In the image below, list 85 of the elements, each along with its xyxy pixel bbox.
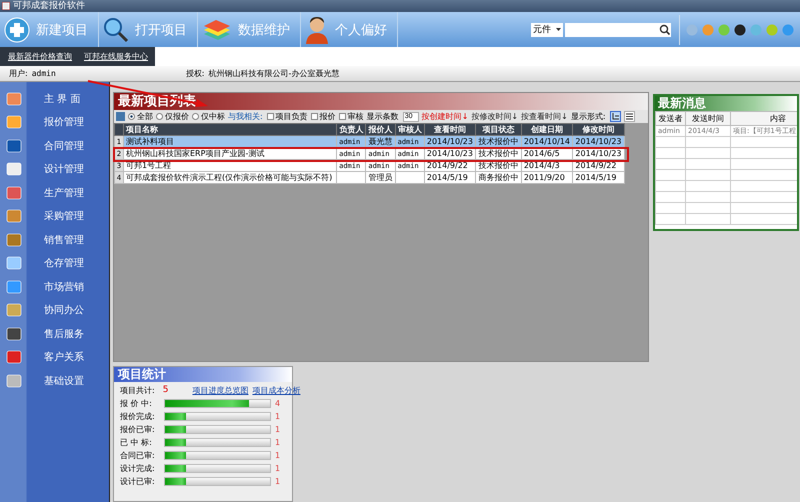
column-header[interactable]: 发送时间 — [686, 112, 730, 126]
column-header[interactable]: 项目状态 — [476, 124, 522, 136]
table-cell: 2011/9/20 — [521, 172, 573, 184]
sidebar-item[interactable]: 基础设置 — [0, 369, 109, 392]
stats-link[interactable]: 项目进度总览图 — [192, 384, 248, 396]
scope-radio[interactable]: 仅中标 — [192, 111, 225, 122]
table-cell: 2014/5/19 — [424, 172, 476, 184]
column-header[interactable]: 创建日期 — [521, 124, 573, 136]
table-cell: 可邦成套报价软件演示工程(仅作演示价格可能与实际不符) — [124, 172, 337, 184]
books-icon — [202, 18, 232, 42]
top-link[interactable]: 最新器件价格查询 — [8, 51, 72, 62]
stat-count: 1 — [275, 464, 280, 472]
list-view-button[interactable] — [624, 111, 635, 122]
sidebar-item[interactable]: 采购管理 — [0, 204, 109, 228]
panel-title: 最新消息 — [655, 96, 797, 111]
table-cell: 技术报价中 — [476, 136, 522, 148]
stat-count: 1 — [275, 476, 280, 486]
caret-icon — [556, 28, 561, 31]
view-label: 显示形式: — [570, 111, 606, 122]
related-label: 与我相关: — [228, 111, 263, 122]
table-cell: 2014/10/23 — [572, 136, 624, 148]
stat-count: 4 — [275, 398, 280, 408]
top-link[interactable]: 可邦在线服务中心 — [84, 51, 148, 62]
sidebar-item[interactable]: 生产管理 — [0, 181, 109, 204]
related-checkbox[interactable]: 审核 — [338, 111, 364, 122]
scope-radio[interactable]: 仅报价 — [156, 111, 189, 122]
count-label: 显示条数 — [366, 111, 399, 122]
table-cell: 测试补料项目 — [124, 136, 337, 148]
user-label: 用户: — [9, 68, 28, 79]
sidebar-item[interactable]: 客户关系 — [0, 346, 109, 369]
column-header[interactable]: 内容 — [730, 112, 797, 126]
table-cell: 2014/5/19 — [572, 172, 624, 184]
stat-count: 1 — [275, 412, 280, 420]
stats-link[interactable]: 项目成本分析 — [252, 384, 300, 396]
unit-select[interactable]: 元件 — [531, 22, 563, 36]
tree-view-button[interactable] — [610, 111, 621, 122]
stat-label: 已 中 标: — [120, 436, 153, 448]
table-cell: 商务报价中 — [476, 172, 522, 184]
total-label: 项目共计: — [120, 384, 155, 396]
stat-count: 1 — [275, 438, 280, 446]
panel-title: 项目统计 — [114, 367, 292, 382]
window-title: 可邦成套报价软件 — [13, 0, 85, 12]
sort-link[interactable]: 按查看时间↓ — [521, 111, 568, 122]
related-checkbox[interactable]: 项目负责 — [266, 111, 308, 122]
column-header[interactable]: 发送者 — [656, 112, 686, 126]
magnifier-icon — [103, 16, 129, 42]
column-header[interactable]: 负责人 — [336, 124, 366, 136]
total-count: 5 — [162, 385, 168, 395]
column-header[interactable]: 项目名称 — [124, 124, 337, 136]
search-icon[interactable] — [659, 24, 671, 36]
sidebar-item[interactable]: 协同办公 — [0, 298, 109, 322]
column-header[interactable]: 报价人 — [366, 124, 396, 136]
column-header[interactable]: 查看时间 — [424, 124, 476, 136]
stat-label: 合同已审: — [120, 450, 156, 460]
stat-label: 设计已审: — [120, 476, 156, 486]
stat-label: 报价完成: — [120, 410, 156, 422]
sidebar-item[interactable]: 市场营销 — [0, 275, 109, 298]
user-name: admin — [32, 69, 56, 78]
app-icon — [2, 2, 10, 10]
license-label: 授权: — [186, 68, 204, 79]
sort-link[interactable]: 按修改时间↓ — [471, 111, 518, 122]
stat-count: 1 — [275, 450, 280, 460]
scope-radio[interactable]: 全部 — [128, 111, 153, 122]
sidebar-item[interactable]: 报价管理 — [0, 110, 109, 134]
column-header[interactable]: 修改时间 — [572, 124, 624, 136]
related-checkbox[interactable]: 报价 — [310, 111, 336, 122]
column-header[interactable]: 审核人 — [395, 124, 424, 136]
sidebar-item[interactable]: 仓存管理 — [0, 252, 109, 275]
sidebar-item[interactable]: 设计管理 — [0, 158, 109, 181]
plus-icon — [4, 16, 30, 42]
table-cell: 2014/10/23 — [424, 136, 476, 148]
sidebar-item[interactable]: 主 界 面 — [0, 87, 109, 110]
sidebar-item[interactable]: 售后服务 — [0, 322, 109, 346]
toolbar-icon[interactable] — [734, 24, 746, 36]
sidebar-item[interactable]: 销售管理 — [0, 228, 109, 252]
sort-link[interactable]: 按创建时间↓ — [422, 111, 468, 122]
table-cell: 2014/10/14 — [521, 136, 573, 148]
sidebar-item[interactable]: 合同管理 — [0, 134, 109, 158]
stat-count: 1 — [275, 424, 280, 434]
license-text: 杭州钢山科技有限公司-办公室聂光慧 — [208, 68, 340, 79]
stat-label: 报价已审: — [120, 424, 156, 434]
stat-label: 报 价 中: — [120, 398, 153, 408]
search-field[interactable] — [565, 22, 671, 36]
person-icon — [305, 16, 329, 44]
stat-label: 设计完成: — [120, 462, 156, 474]
